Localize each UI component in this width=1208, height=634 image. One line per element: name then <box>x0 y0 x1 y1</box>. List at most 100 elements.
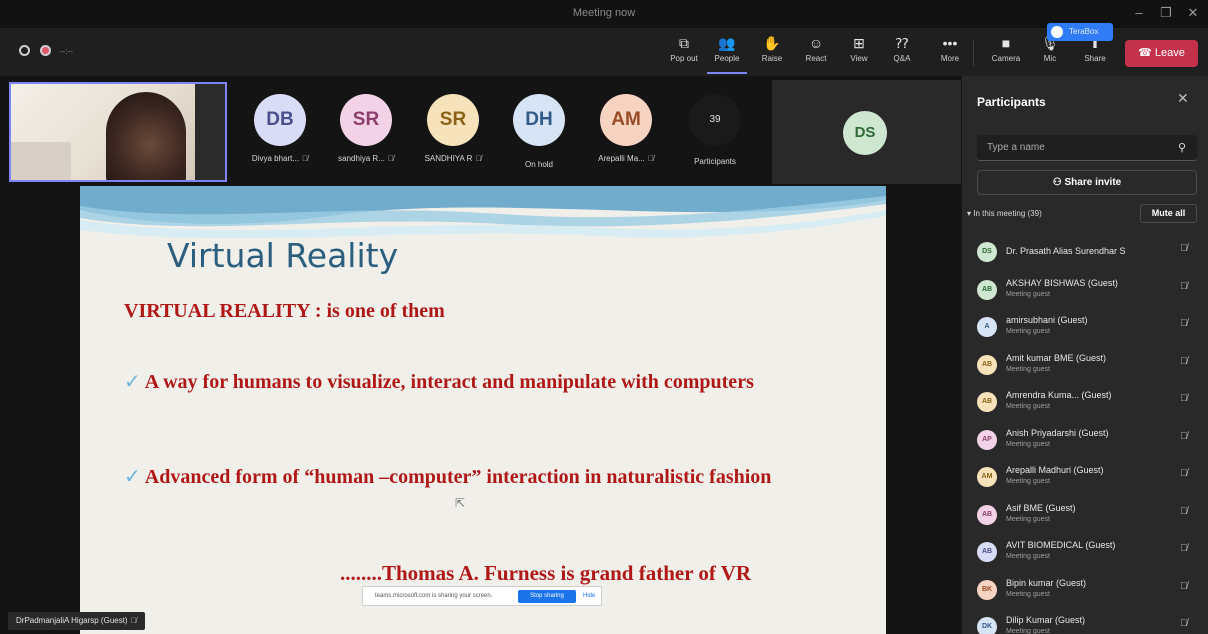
pop-out-icon: ⧉ <box>679 35 689 51</box>
window-title: Meeting now <box>572 7 636 19</box>
people-button[interactable]: 👥 People <box>707 32 747 74</box>
participant-row[interactable]: AB Amrendra Kuma... (Guest) Meeting guest 🎙… <box>962 388 1208 425</box>
pop-out-label: Pop out <box>670 54 698 63</box>
presenter-name: DrPadmanjaliA Higarsp (Guest) <box>16 616 128 625</box>
participant-row[interactable]: AB Amit kumar BME (Guest) Meeting guest 🎙̸ <box>962 351 1208 388</box>
camera-label: Camera <box>991 54 1021 63</box>
invite-icon: ⚇ <box>1052 177 1065 188</box>
participant-list-role: Meeting guest <box>1006 515 1050 523</box>
checkmark-icon: ✓ <box>124 371 141 393</box>
video-background <box>11 142 71 180</box>
participants-count-label: Participants <box>694 157 736 166</box>
leave-label: Leave <box>1154 47 1185 59</box>
view-label: View <box>850 54 868 63</box>
qa-icon: ⁇ <box>895 35 909 51</box>
mic-off-icon: 🎙̸ <box>1180 618 1188 629</box>
shared-slide: Virtual Reality VIRTUAL REALITY : is one… <box>80 186 886 634</box>
camera-button[interactable]: ■ Camera <box>986 32 1026 74</box>
search-icon: ⚲ <box>1178 142 1187 154</box>
participant-row[interactable]: BK Bipin kumar (Guest) Meeting guest 🎙̸ <box>962 576 1208 613</box>
spotlight-avatar: DS <box>843 111 887 155</box>
participant-video-tile[interactable] <box>9 82 227 182</box>
meeting-timer: --:-- <box>60 47 73 56</box>
presenter-name-tag: DrPadmanjaliA Higarsp (Guest) 🎙̸ <box>8 612 145 630</box>
title-bar: Meeting now – ❐ ✕ <box>0 0 1208 28</box>
terabox-tooltip[interactable]: TeraBox <box>1047 23 1113 41</box>
maximize-icon[interactable]: ❐ <box>1155 4 1177 22</box>
in-meeting-label: In this meeting (39) <box>973 209 1042 218</box>
close-window-icon[interactable]: ✕ <box>1182 4 1204 22</box>
participant-list-avatar: AB <box>977 504 997 525</box>
participant-search-input[interactable] <box>977 135 1197 161</box>
participant-name: sandhiya R... <box>338 154 385 163</box>
participant-row[interactable]: AB AVIT BIOMEDICAL (Guest) Meeting guest 🎙̸ <box>962 538 1208 575</box>
slide-title: Virtual Reality <box>167 236 399 275</box>
people-label: People <box>714 54 740 63</box>
participant-list-avatar: DS <box>977 242 997 262</box>
mic-label: Mic <box>1043 54 1057 63</box>
participant-avatar[interactable]: DH <box>513 94 565 146</box>
stop-sharing-button[interactable]: Stop sharing <box>518 590 576 603</box>
mouse-cursor-icon: ⇱ <box>455 496 466 510</box>
slide-bullet-2-text: Advanced form of “human –computer” inter… <box>144 466 772 488</box>
participant-avatar[interactable]: AM <box>600 94 652 146</box>
participant-avatar-label: sandhiya R... 🎙̸ <box>316 154 416 163</box>
smiley-icon: ☺ <box>808 35 824 51</box>
participant-list-avatar: DK <box>977 617 997 634</box>
meeting-toolbar: --:-- ⧉ Pop out 👥 People ✋ Raise ☺ React… <box>0 28 1208 76</box>
participant-list-role: Meeting guest <box>1006 628 1050 634</box>
qa-label: Q&A <box>893 54 911 63</box>
slide-bullet-2: ✓ Advanced form of “human –computer” inte… <box>124 464 844 490</box>
mic-off-icon: 🎙̸ <box>1180 243 1188 254</box>
screen-sharing-bar: teams.microsoft.com is sharing your scre… <box>362 586 602 606</box>
hide-link[interactable]: Hide <box>583 593 595 599</box>
participant-list-name: AVIT BIOMEDICAL (Guest) <box>1006 540 1116 550</box>
pop-out-button[interactable]: ⧉ Pop out <box>664 32 704 74</box>
shield-icon <box>19 45 30 56</box>
mic-off-icon: 🎙̸ <box>1180 505 1188 517</box>
in-meeting-section-toggle[interactable]: ▾ In this meeting (39) <box>967 209 1042 218</box>
mute-all-button[interactable]: Mute all <box>1140 204 1197 223</box>
share-invite-label: Share invite <box>1064 177 1122 188</box>
participant-row[interactable]: AM Arepalli Madhuri (Guest) Meeting guest 🎙… <box>962 463 1208 500</box>
participant-row[interactable]: AB AKSHAY BISHWAS (Guest) Meeting guest 🎙̸ <box>962 276 1208 313</box>
mic-off-icon: 🎙̸ <box>647 154 654 163</box>
phone-hangup-icon: ☎ <box>1138 47 1155 59</box>
participant-avatar[interactable]: SR <box>340 94 392 146</box>
participant-avatar-label: Divya bhart... 🎙̸ <box>230 154 330 163</box>
share-invite-button[interactable]: ⚇ Share invite <box>977 170 1197 195</box>
qa-button[interactable]: ⁇ Q&A <box>882 32 922 74</box>
more-button[interactable]: ••• More <box>930 32 970 74</box>
participant-list-role: Meeting guest <box>1006 365 1050 373</box>
participant-list-role: Meeting guest <box>1006 590 1050 598</box>
mic-off-icon: 🎙̸ <box>1180 355 1188 367</box>
mic-off-icon: 🎙̸ <box>1180 280 1188 292</box>
mic-off-icon: 🎙̸ <box>1180 430 1188 442</box>
participant-list-name: Dr. Prasath Alias Surendhar S <box>1006 246 1126 256</box>
view-button[interactable]: ⊞ View <box>839 32 879 74</box>
leave-button[interactable]: ☎ Leave <box>1125 40 1198 67</box>
participant-row[interactable]: DK Dilip Kumar (Guest) Meeting guest 🎙̸ <box>962 613 1208 634</box>
minimize-icon[interactable]: – <box>1128 4 1150 22</box>
participant-row[interactable]: AB Asif BME (Guest) Meeting guest 🎙̸ <box>962 501 1208 538</box>
participant-row[interactable]: Aamirsubhani (Guest) Meeting guest 🎙̸ <box>962 313 1208 350</box>
mic-off-icon: 🎙̸ <box>130 616 137 625</box>
participants-count-tile[interactable]: 39 <box>689 94 741 146</box>
participants-panel: Participants ✕ ⚲ ⚇ Share invite ▾ In thi… <box>962 76 1208 634</box>
participant-list-role: Meeting guest <box>1006 553 1050 560</box>
mic-off-icon: 🎙̸ <box>302 154 309 163</box>
mic-off-icon: 🎙̸ <box>387 154 394 163</box>
video-background-dark <box>195 84 225 180</box>
participant-avatar[interactable]: SR <box>427 94 479 146</box>
close-panel-icon[interactable]: ✕ <box>1177 90 1189 107</box>
participant-list-avatar: AB <box>977 354 997 375</box>
participant-row[interactable]: DS Dr. Prasath Alias Surendhar S 🎙̸ <box>962 238 1208 275</box>
participant-avatar-label: Arepalli Ma... 🎙̸ <box>576 154 676 163</box>
participant-name: Divya bhart... <box>251 154 300 163</box>
react-button[interactable]: ☺ React <box>796 32 836 74</box>
participant-row[interactable]: AP Anish Priyadarshi (Guest) Meeting guest… <box>962 426 1208 463</box>
participant-avatar[interactable]: DB <box>254 94 306 146</box>
teams-meeting-window: Meeting now – ❐ ✕ --:-- ⧉ Pop out 👥 Peop… <box>0 0 1208 634</box>
raise-hand-button[interactable]: ✋ Raise <box>752 32 792 74</box>
participant-list-name: Amrendra Kuma... (Guest) <box>1006 390 1112 400</box>
